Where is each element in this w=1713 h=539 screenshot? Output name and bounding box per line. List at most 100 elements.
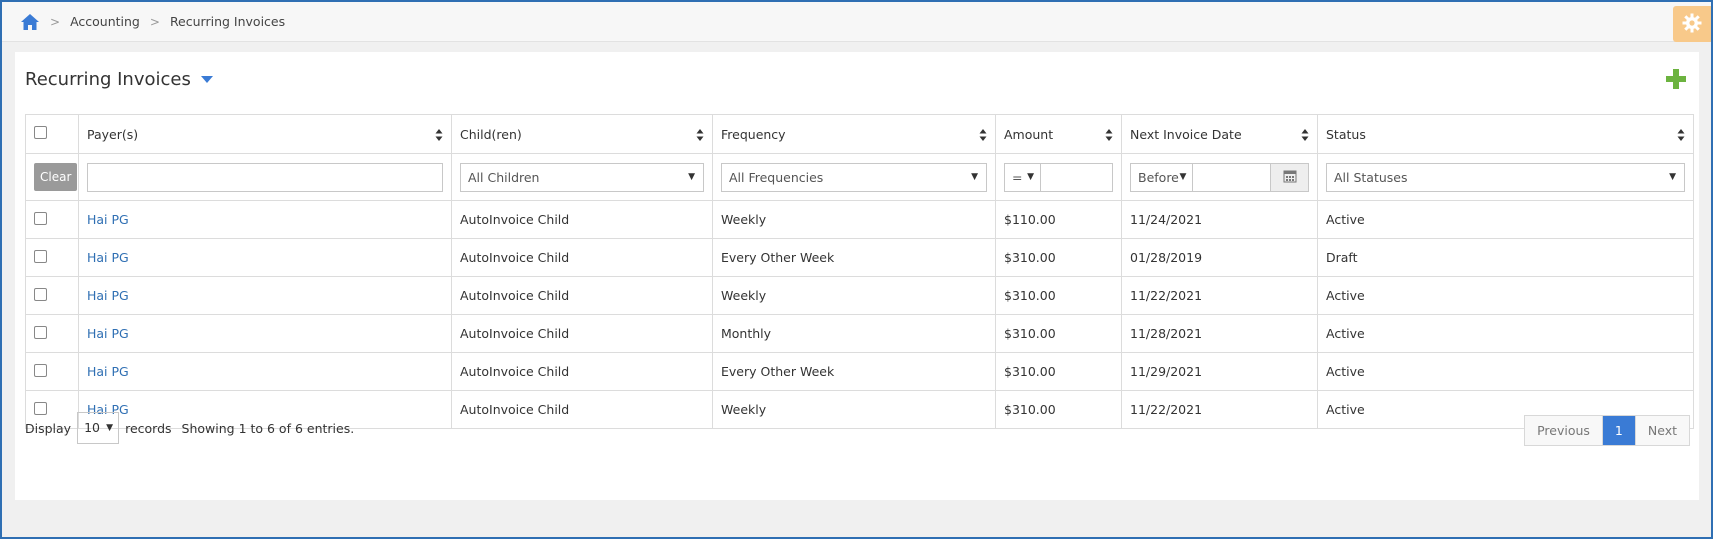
chevron-down-icon: ▼ <box>688 171 695 182</box>
payer-cell: Hai PG <box>78 276 452 315</box>
child-cell: AutoInvoice Child <box>451 276 713 315</box>
breadcrumb-accounting[interactable]: Accounting <box>70 14 140 29</box>
status-cell: Active <box>1317 200 1694 239</box>
home-icon[interactable] <box>20 13 40 31</box>
app-frame: > Accounting > Recurring Invoices Recurr… <box>0 0 1713 539</box>
sort-icon[interactable] <box>435 128 443 142</box>
chevron-down-icon: ▼ <box>971 171 978 182</box>
date-filter-input[interactable] <box>1193 162 1272 192</box>
cell-text: 11/22/2021 <box>1130 402 1203 417</box>
payer-filter-input[interactable] <box>87 162 443 192</box>
children-filter-select[interactable]: All Children ▼ <box>460 162 704 192</box>
add-recurring-invoice-button[interactable] <box>1665 68 1687 90</box>
cell-text: $310.00 <box>1004 364 1056 379</box>
row-checkbox[interactable] <box>34 211 47 225</box>
cell-text: 11/29/2021 <box>1130 364 1203 379</box>
chevron-down-icon: ▼ <box>1669 171 1676 182</box>
previous-page-button[interactable]: Previous <box>1525 416 1602 445</box>
date-filter-group: Before ▼ <box>1130 162 1309 192</box>
frequency-filter-select[interactable]: All Frequencies ▼ <box>721 162 987 192</box>
page-length-select[interactable]: 10 ▼ <box>77 412 120 444</box>
pagination: Previous 1 Next <box>1524 415 1690 446</box>
payer-link[interactable]: Hai PG <box>87 212 129 227</box>
table-row[interactable]: Hai PG AutoInvoice Child Weekly $110.00 11/2… <box>25 200 1694 239</box>
page-1-button[interactable]: 1 <box>1601 416 1635 445</box>
select-value: All Statuses <box>1334 169 1408 185</box>
select-value: Before <box>1138 169 1179 185</box>
payer-cell: Hai PG <box>78 352 452 391</box>
cell-text: $310.00 <box>1004 288 1056 303</box>
next-invoice-date-cell: 11/22/2021 <box>1121 276 1318 315</box>
table-row[interactable]: Hai PG AutoInvoice Child Weekly $310.00 11/2… <box>25 276 1694 315</box>
frequency-cell: Every Other Week <box>712 352 996 391</box>
row-checkbox[interactable] <box>34 363 47 377</box>
row-checkbox[interactable] <box>34 287 47 301</box>
cell-text: AutoInvoice Child <box>460 402 570 417</box>
records-label: records <box>125 420 172 436</box>
select-all-checkbox[interactable] <box>34 126 47 139</box>
cell-text: Draft <box>1326 250 1358 265</box>
table-row[interactable]: Hai PG AutoInvoice Child Every Other Week $… <box>25 238 1694 277</box>
payer-cell: Hai PG <box>78 200 452 239</box>
table-filter-row: Clear All Children ▼ All Frequencies ▼ =… <box>25 153 1694 201</box>
page-title: Recurring Invoices <box>25 69 213 90</box>
cell-text: 11/22/2021 <box>1130 288 1203 303</box>
cell-text: AutoInvoice Child <box>460 212 570 227</box>
column-header-payers[interactable]: Payer(s) <box>78 114 452 154</box>
column-header-frequency[interactable]: Frequency <box>712 114 996 154</box>
cell-text: Every Other Week <box>721 364 835 379</box>
sort-icon[interactable] <box>1301 128 1309 142</box>
cell-text: AutoInvoice Child <box>460 250 570 265</box>
row-select-cell <box>25 314 79 353</box>
calendar-button[interactable] <box>1271 162 1309 192</box>
status-filter-select[interactable]: All Statuses ▼ <box>1326 162 1685 192</box>
column-header-children[interactable]: Child(ren) <box>451 114 713 154</box>
children-filter-cell: All Children ▼ <box>451 153 713 201</box>
date-operator-select[interactable]: Before ▼ <box>1130 162 1194 192</box>
cell-text: 11/24/2021 <box>1130 212 1203 227</box>
title-dropdown-icon[interactable] <box>200 76 213 83</box>
next-invoice-date-cell: 11/28/2021 <box>1121 314 1318 353</box>
payer-link[interactable]: Hai PG <box>87 288 129 303</box>
select-value: All Frequencies <box>729 169 824 185</box>
clear-filters-button[interactable]: Clear <box>34 163 78 191</box>
cell-text: AutoInvoice Child <box>460 288 570 303</box>
column-header-next-invoice-date[interactable]: Next Invoice Date <box>1121 114 1318 154</box>
sort-icon[interactable] <box>696 128 704 142</box>
amount-cell: $310.00 <box>995 390 1122 429</box>
sort-icon[interactable] <box>979 128 987 142</box>
column-header-status[interactable]: Status <box>1317 114 1694 154</box>
row-checkbox[interactable] <box>34 325 47 339</box>
payer-link[interactable]: Hai PG <box>87 364 129 379</box>
select-all-header <box>25 114 79 154</box>
child-cell: AutoInvoice Child <box>451 314 713 353</box>
status-cell: Active <box>1317 314 1694 353</box>
recurring-invoices-table: Payer(s) Child(ren) Frequency Amount Nex… <box>25 114 1694 429</box>
table-row[interactable]: Hai PG AutoInvoice Child Monthly $310.00 11/… <box>25 314 1694 353</box>
table-footer: Display 10 ▼ records Showing 1 to 6 of 6… <box>25 412 354 444</box>
payer-cell: Hai PG <box>78 238 452 277</box>
amount-filter-input[interactable] <box>1041 162 1113 192</box>
payer-link[interactable]: Hai PG <box>87 250 129 265</box>
cell-text: Active <box>1326 212 1365 227</box>
amount-cell: $310.00 <box>995 352 1122 391</box>
payer-cell: Hai PG <box>78 314 452 353</box>
amount-operator-select[interactable]: = ▼ <box>1004 162 1041 192</box>
select-value: 10 <box>84 420 100 435</box>
column-header-amount[interactable]: Amount <box>995 114 1122 154</box>
payer-link[interactable]: Hai PG <box>87 326 129 341</box>
sort-icon[interactable] <box>1105 128 1113 142</box>
next-invoice-date-cell: 11/29/2021 <box>1121 352 1318 391</box>
column-label: Payer(s) <box>87 126 139 142</box>
sort-icon[interactable] <box>1677 128 1685 142</box>
row-checkbox[interactable] <box>34 249 47 263</box>
amount-filter-cell: = ▼ <box>995 153 1122 201</box>
cell-text: Active <box>1326 364 1365 379</box>
amount-filter-group: = ▼ <box>1004 162 1113 192</box>
table-row[interactable]: Hai PG AutoInvoice Child Every Other Week $… <box>25 352 1694 391</box>
column-label: Frequency <box>721 126 786 142</box>
next-invoice-date-cell: 11/24/2021 <box>1121 200 1318 239</box>
settings-button[interactable] <box>1673 6 1711 42</box>
amount-cell: $310.00 <box>995 238 1122 277</box>
next-page-button[interactable]: Next <box>1634 416 1689 445</box>
